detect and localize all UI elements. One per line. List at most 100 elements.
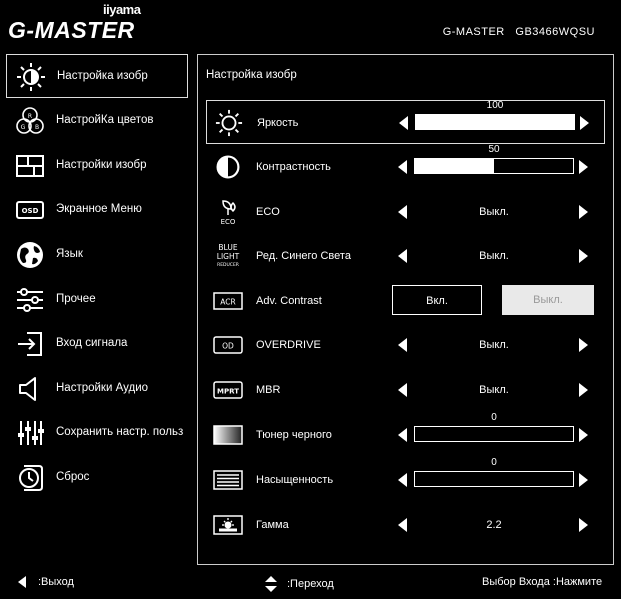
sidebar-item-reset[interactable]: Сброс (6, 456, 188, 500)
mbr-label: MBR (256, 384, 281, 396)
eco-value: Выкл. (479, 206, 509, 218)
contrast-icon (212, 151, 244, 183)
acr-icon: ACR (212, 285, 244, 317)
blue-light-value: Выкл. (479, 250, 509, 262)
up-down-arrow-icon (265, 576, 277, 592)
increase-arrow-icon[interactable] (579, 518, 588, 532)
mprt-icon: MPRT (212, 374, 244, 406)
increase-arrow-icon[interactable] (579, 249, 588, 263)
svg-text:R: R (28, 113, 32, 120)
speaker-icon (13, 374, 47, 404)
increase-arrow-icon[interactable] (579, 160, 588, 174)
equalizer-icon (13, 418, 47, 448)
contrast-value: 50 (488, 144, 500, 155)
decrease-arrow-icon[interactable] (398, 518, 407, 532)
saturation-row[interactable]: Насыщенность 0 (206, 457, 605, 502)
sidebar-item-label: Настройки Аудио (56, 382, 149, 394)
black-tuner-value: 0 (491, 412, 497, 423)
svg-text:OSD: OSD (22, 207, 39, 215)
increase-arrow-icon[interactable] (579, 428, 588, 442)
input-icon (13, 329, 47, 359)
gamma-row[interactable]: Гамма 2.2 (206, 503, 605, 547)
mbr-row[interactable]: MPRT MBR Выкл. (206, 368, 605, 412)
contrast-label: Контрастность (256, 161, 331, 173)
decrease-arrow-icon[interactable] (398, 205, 407, 219)
saturation-slider[interactable] (414, 471, 574, 487)
sidebar-item-audio[interactable]: Настройки Аудио (6, 367, 188, 411)
sidebar-item-label: Настройка изобр (57, 70, 148, 82)
decrease-arrow-icon[interactable] (398, 338, 407, 352)
mbr-value: Выкл. (479, 384, 509, 396)
sidebar-item-label: Сохранить настр. польз (56, 426, 184, 438)
left-arrow-icon (18, 576, 26, 589)
brand-iiyama: iiyama (103, 2, 141, 17)
sidebar-item-osd[interactable]: OSD Экранное Меню (6, 188, 188, 232)
eco-row[interactable]: ECO ECO Выкл. (206, 190, 605, 234)
navigate-hint: :Переход (265, 576, 334, 592)
brightness-slider[interactable] (415, 114, 575, 130)
sidebar-item-label: Настройки изобр (56, 159, 147, 171)
sidebar-item-picture-adjust[interactable]: Настройки изобр (6, 144, 188, 188)
increase-arrow-icon[interactable] (579, 383, 588, 397)
sliders-icon (13, 285, 47, 315)
panel-title: Настройка изобр (206, 69, 297, 81)
sidebar-item-label: Язык (56, 248, 83, 260)
select-input-hint: Выбор Входа :Нажмите (482, 576, 603, 588)
black-tuner-slider[interactable] (414, 426, 574, 442)
model-name: G-MASTER GB3466WQSU (442, 26, 595, 38)
svg-text:OD: OD (222, 342, 234, 351)
sidebar-item-input[interactable]: Вход сигнала (6, 322, 188, 366)
brightness-value: 100 (486, 100, 504, 111)
svg-text:ECO: ECO (221, 218, 236, 226)
increase-arrow-icon[interactable] (579, 473, 588, 487)
sidebar-item-picture[interactable]: Настройка изобр (6, 54, 188, 98)
decrease-arrow-icon[interactable] (398, 428, 407, 442)
adv-contrast-off-button[interactable]: Выкл. (502, 285, 594, 315)
saturation-icon (212, 464, 244, 496)
brightness-row[interactable]: Яркость 100 (206, 100, 605, 144)
gamma-icon (212, 509, 244, 541)
svg-text:MPRT: MPRT (217, 388, 239, 396)
adv-contrast-on-button[interactable]: Вкл. (392, 285, 482, 315)
decrease-arrow-icon[interactable] (398, 473, 407, 487)
sidebar-item-misc[interactable]: Прочее (6, 278, 188, 322)
rgb-icon: RG B (13, 106, 47, 136)
decrease-arrow-icon[interactable] (398, 160, 407, 174)
increase-arrow-icon[interactable] (579, 205, 588, 219)
adv-contrast-label: Adv. Contrast (256, 295, 322, 307)
contrast-row[interactable]: Контрастность 50 (206, 144, 605, 189)
saturation-value: 0 (491, 457, 497, 468)
sidebar-item-color[interactable]: RG B НастройКа цветов (6, 99, 188, 143)
adv-contrast-row[interactable]: ACR Adv. Contrast Вкл. Выкл. (206, 279, 605, 323)
black-tuner-icon (212, 419, 244, 451)
black-tuner-label: Тюнер черного (256, 429, 332, 441)
increase-arrow-icon[interactable] (580, 116, 589, 130)
gamma-label: Гамма (256, 519, 289, 531)
sidebar-item-save-user[interactable]: Сохранить настр. польз (6, 411, 188, 455)
sun-icon (14, 62, 48, 92)
decrease-arrow-icon[interactable] (399, 116, 408, 130)
brightness-label: Яркость (257, 117, 299, 129)
decrease-arrow-icon[interactable] (398, 249, 407, 263)
contrast-slider[interactable] (414, 158, 574, 174)
blue-light-row[interactable]: BLUE LIGHT REDUCER Ред. Синего Света Выкл. (206, 234, 605, 278)
sidebar-item-label: НастройКа цветов (56, 114, 154, 126)
black-tuner-row[interactable]: Тюнер черного 0 (206, 412, 605, 457)
eco-leaf-icon: ECO (212, 196, 244, 228)
gamma-value: 2.2 (486, 519, 502, 531)
sidebar-item-language[interactable]: Язык (6, 233, 188, 277)
sidebar-item-label: Сброс (56, 471, 90, 483)
overdrive-label: OVERDRIVE (256, 339, 321, 351)
exit-hint: :Выход (18, 576, 74, 589)
sidebar-item-label: Прочее (56, 293, 96, 305)
sun-icon (213, 107, 245, 139)
increase-arrow-icon[interactable] (579, 338, 588, 352)
settings-panel: Настройка изобр Яркость 100 Контрастност… (197, 54, 614, 565)
decrease-arrow-icon[interactable] (398, 383, 407, 397)
sidebar-item-label: Вход сигнала (56, 337, 128, 349)
overdrive-row[interactable]: OD OVERDRIVE Выкл. (206, 323, 605, 367)
svg-text:ACR: ACR (220, 298, 235, 307)
slider-fill (416, 115, 574, 129)
exit-hint-label: :Выход (38, 576, 74, 588)
reset-clock-icon (13, 463, 47, 493)
